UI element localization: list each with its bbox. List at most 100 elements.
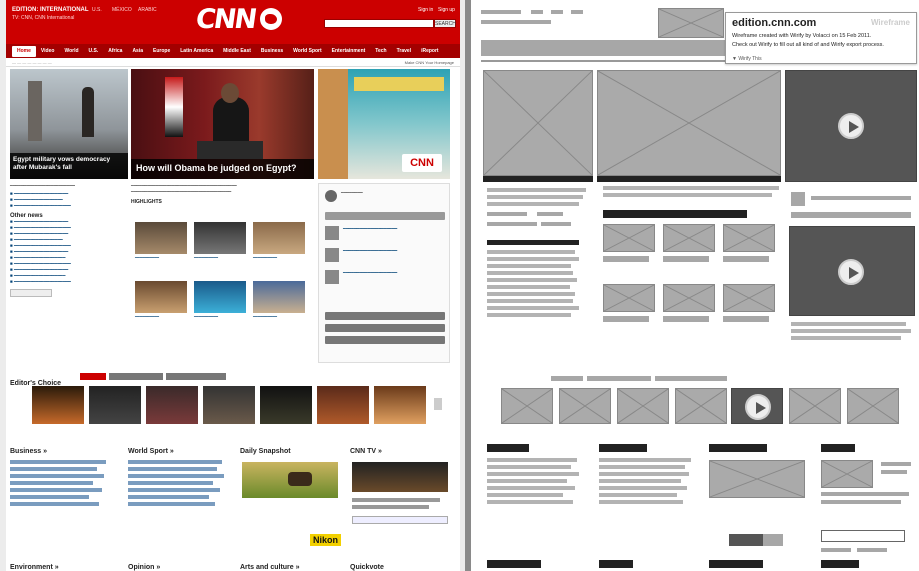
callout-foot[interactable]: ▼ Wirify This [732, 56, 762, 62]
carousel-next-arrow[interactable] [434, 398, 442, 410]
highlight-caption-2[interactable]: ━━━━━━━━━━ [194, 255, 246, 260]
highlight-caption-3[interactable]: ━━━━━━━━━━ [253, 255, 305, 260]
wf-story-image-main [597, 70, 781, 176]
highlight-thumb-3[interactable] [253, 222, 305, 254]
callout-line-2[interactable]: Check out Wirify to fill out all kind of… [732, 42, 884, 48]
wf-editors-video [731, 388, 783, 424]
cnn-homepage-panel: EDITION: INTERNATIONAL U.S. MÉXICO ARABI… [0, 0, 465, 571]
quickvote-heading: Quickvote [350, 564, 384, 571]
nav-item-us[interactable]: U.S. [84, 48, 104, 54]
egypt-military-photo[interactable]: Egypt military vows democracy after Muba… [10, 69, 128, 179]
nav-item-world-sport[interactable]: World Sport [288, 48, 327, 54]
highlight-thumb-5[interactable] [194, 281, 246, 313]
environment-heading[interactable]: Environment » [10, 564, 59, 571]
wf-story-image-left [483, 70, 593, 176]
cnn-tv-photo[interactable] [352, 462, 448, 492]
editors-thumb-2[interactable] [89, 386, 141, 424]
nav-item-home[interactable]: Home [12, 45, 36, 57]
feed-avatar-2[interactable] [325, 248, 339, 262]
wf-side-lines [791, 322, 911, 343]
editors-thumb-4[interactable] [203, 386, 255, 424]
nav-item-latin-america[interactable]: Latin America [175, 48, 218, 54]
cnn-tv-programme-select[interactable] [352, 516, 448, 524]
search-button[interactable]: SEARCH [434, 19, 456, 28]
wf-tv-line-4 [821, 500, 901, 504]
signin-link[interactable]: Sign in [418, 7, 433, 13]
nav-item-video[interactable]: Video [36, 48, 60, 54]
wf-edition-sub [481, 20, 551, 24]
left-link-3[interactable]: ■ ━━━━━━━━━━━━━━━━━━━━━ [10, 203, 128, 209]
main-story-photo[interactable]: How will Obama be judged on Egypt? [131, 69, 314, 179]
social-bar-3[interactable] [325, 336, 445, 344]
editors-tab-3[interactable] [166, 373, 226, 380]
wf-social-button [791, 212, 911, 218]
advertisement-banner[interactable]: CNN [318, 69, 450, 179]
wf-other-news-lines [487, 250, 583, 320]
wf-tv-image [821, 460, 873, 488]
play-icon[interactable] [838, 113, 864, 139]
left-story-headline[interactable]: Egypt military vows democracy after Muba… [10, 153, 128, 179]
nav-item-ireport[interactable]: iReport [416, 48, 444, 54]
cnn-tv-text[interactable] [352, 498, 448, 512]
arts-culture-heading[interactable]: Arts and culture » [240, 564, 300, 571]
search-input[interactable] [324, 19, 434, 28]
wf-edition-link-2 [551, 10, 563, 14]
nav-item-world[interactable]: World [59, 48, 83, 54]
world-sport-heading[interactable]: World Sport » [128, 448, 174, 455]
nav-item-travel[interactable]: Travel [392, 48, 416, 54]
nav-item-asia[interactable]: Asia [127, 48, 148, 54]
feed-avatar-3[interactable] [325, 270, 339, 284]
edition-link-mexico[interactable]: MÉXICO [112, 7, 132, 13]
play-icon[interactable] [745, 394, 771, 420]
nav-item-business[interactable]: Business [256, 48, 288, 54]
editors-thumb-1[interactable] [32, 386, 84, 424]
make-homepage-link[interactable]: Make CNN Your Homepage [405, 60, 454, 65]
highlight-thumb-4[interactable] [135, 281, 187, 313]
edition-link-arabic[interactable]: ARABIC [138, 7, 157, 13]
main-headline[interactable]: How will Obama be judged on Egypt? [131, 159, 314, 179]
cnn-tv-heading[interactable]: CNN TV » [350, 448, 382, 455]
editors-thumb-6[interactable] [317, 386, 369, 424]
highlight-thumb-1[interactable] [135, 222, 187, 254]
world-sport-links[interactable] [128, 460, 232, 509]
editors-thumb-3[interactable] [146, 386, 198, 424]
wf-video-top [785, 70, 917, 182]
wf-highlight-2 [663, 224, 715, 252]
highlight-caption-6[interactable]: ━━━━━━━━━━ [253, 314, 305, 319]
highlight-thumb-6[interactable] [253, 281, 305, 313]
feed-avatar-1[interactable] [325, 226, 339, 240]
nav-item-middle-east[interactable]: Middle East [218, 48, 256, 54]
editors-thumb-7[interactable] [374, 386, 426, 424]
editors-thumb-5[interactable] [260, 386, 312, 424]
feed-item-2[interactable]: ━━━━━━━━━━━━━━━━━━━━ [343, 248, 443, 254]
social-bar-2[interactable] [325, 324, 445, 332]
editors-tab-active[interactable] [80, 373, 106, 380]
highlight-caption-1[interactable]: ━━━━━━━━━━ [135, 255, 187, 260]
feed-item-1[interactable]: ━━━━━━━━━━━━━━━━━━━━ [343, 226, 443, 232]
feed-item-3[interactable]: ━━━━━━━━━━━━━━━━━━━━ [343, 270, 443, 276]
highlight-caption-4[interactable]: ━━━━━━━━━━ [135, 314, 187, 319]
daily-snapshot-photo[interactable] [242, 462, 338, 498]
edition-link-us[interactable]: U.S. [92, 7, 102, 13]
nav-item-africa[interactable]: Africa [103, 48, 127, 54]
wf-highlight-5 [663, 284, 715, 312]
nav-item-europe[interactable]: Europe [148, 48, 175, 54]
wf-cnn-tv-heading [821, 444, 855, 452]
business-links[interactable] [10, 460, 114, 509]
editors-tab-2[interactable] [109, 373, 163, 380]
nav-item-tech[interactable]: Tech [370, 48, 391, 54]
wf-highlight-cap-3 [723, 256, 769, 262]
nav-item-entertainment[interactable]: Entertainment [327, 48, 371, 54]
highlight-caption-5[interactable]: ━━━━━━━━━━ [194, 314, 246, 319]
signup-link[interactable]: Sign up [438, 7, 455, 13]
social-bar-1[interactable] [325, 312, 445, 320]
social-button[interactable] [325, 212, 445, 220]
more-news-button[interactable] [10, 289, 52, 297]
wf-highlight-4 [603, 284, 655, 312]
play-icon[interactable] [838, 259, 864, 285]
cnn-logo[interactable]: CNN [194, 4, 257, 35]
business-heading[interactable]: Business » [10, 448, 47, 455]
other-news-11[interactable]: ■ ━━━━━━━━━━━━━━━━━━━━━ [10, 279, 128, 285]
highlight-thumb-2[interactable] [194, 222, 246, 254]
opinion-heading[interactable]: Opinion » [128, 564, 160, 571]
